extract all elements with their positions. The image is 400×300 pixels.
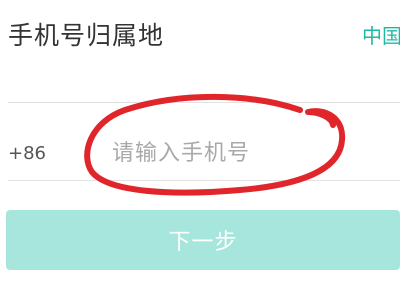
region-label: 手机号归属地 xyxy=(8,21,165,50)
divider xyxy=(8,102,400,103)
divider xyxy=(8,180,400,181)
next-button[interactable]: 下一步 xyxy=(6,210,400,270)
region-value[interactable]: 中国 xyxy=(362,20,400,49)
phone-input[interactable] xyxy=(112,135,372,171)
country-code[interactable]: +86 xyxy=(8,143,46,164)
